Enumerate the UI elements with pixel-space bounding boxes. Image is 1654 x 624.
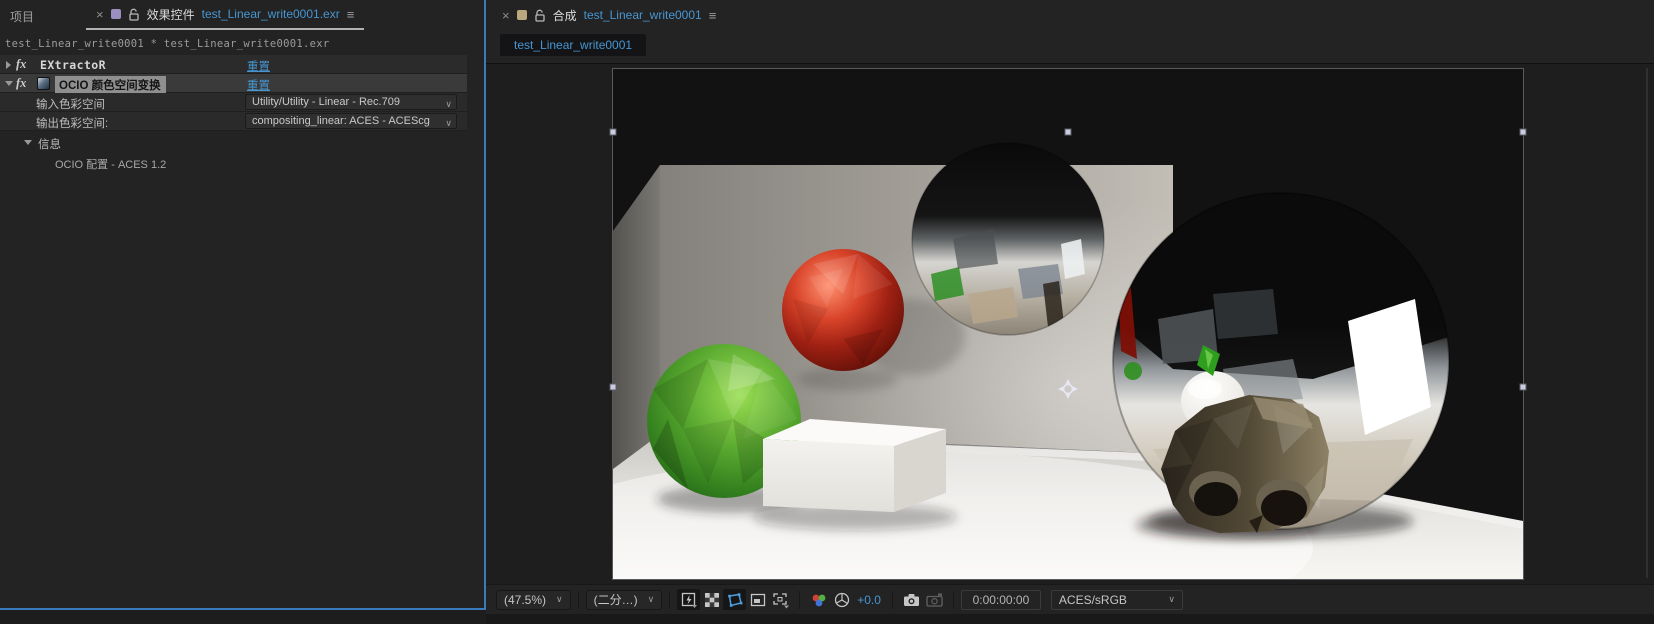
tab-effect-controls[interactable]: × 效果控件 test_Linear_write0001.exr ≡ (86, 0, 365, 30)
comp-rendered-image (612, 68, 1524, 580)
panel-menu-icon[interactable]: ≡ (709, 8, 717, 23)
effect-controls-panel: 项目 × 效果控件 test_Linear_write0001.exr ≡ te… (0, 0, 486, 610)
mask-visibility-button[interactable] (723, 589, 747, 610)
panel-file-name: test_Linear_write0001.exr (201, 7, 340, 21)
panel-bottom-strip (486, 614, 1654, 624)
tab-project[interactable]: 项目 (10, 8, 34, 25)
camera-icon (903, 593, 919, 606)
panel-color-chip (516, 10, 527, 20)
layer-handle[interactable] (1519, 128, 1527, 136)
transparency-grid-button[interactable] (700, 589, 723, 610)
viewer-scrollbar[interactable] (1646, 68, 1648, 578)
reset-exposure-button[interactable] (830, 589, 853, 610)
property-label: 输入色彩空间 (36, 99, 105, 111)
aperture-icon (834, 592, 849, 607)
panel-color-chip (110, 9, 121, 19)
close-icon[interactable]: × (96, 8, 104, 21)
source-line: test_Linear_write0001 * test_Linear_writ… (5, 38, 330, 50)
fast-preview-button[interactable] (677, 589, 701, 610)
rgb-channels-icon (812, 594, 826, 606)
effect-row-extractor[interactable]: fx EXtractoR 重置 (0, 55, 467, 74)
info-group-label: 信息 (38, 139, 61, 151)
panel-menu-icon[interactable]: ≡ (347, 7, 355, 22)
chevron-down-icon: ∨ (1168, 594, 1175, 604)
layer-handle[interactable] (1064, 128, 1072, 136)
close-icon[interactable]: × (502, 9, 510, 22)
magnification-dropdown[interactable]: (47.5%) ∨ (496, 589, 571, 610)
layer-handle[interactable] (609, 128, 617, 136)
view-colorspace-dropdown[interactable]: ACES/sRGB ∨ (1050, 589, 1183, 610)
property-row-output-colorspace: 输出色彩空间: compositing_linear: ACES - ACESc… (0, 112, 467, 131)
expand-arrow-icon[interactable] (24, 140, 32, 145)
show-snapshot-button[interactable] (923, 589, 946, 610)
panel-title: 合成 (552, 8, 577, 23)
channel-select-button[interactable] (807, 589, 830, 610)
resolution-dropdown[interactable]: (二分…) ∨ (585, 589, 663, 610)
chrome-sphere-top (911, 142, 1105, 336)
layer-handle[interactable] (1519, 383, 1527, 391)
reset-link[interactable]: 重置 (247, 58, 270, 74)
property-label: 输出色彩空间: (36, 118, 109, 130)
composition-panel: × 合成 test_Linear_write0001 ≡ test_Linear… (486, 0, 1654, 624)
app-root: 项目 × 效果控件 test_Linear_write0001.exr ≡ te… (0, 0, 1654, 624)
layer-handle[interactable] (609, 383, 617, 391)
output-colorspace-dropdown[interactable]: compositing_linear: ACES - ACEScg ∨ (245, 113, 457, 129)
ocio-effect-icon (37, 77, 50, 90)
viewer-toolbar: (47.5%) ∨ (二分…) ∨ +0.0 0:00:00:00 ACES/s… (486, 584, 1654, 614)
chevron-down-icon: ∨ (647, 594, 655, 604)
anchor-point-icon[interactable] (1057, 378, 1079, 400)
effect-name-selected[interactable]: OCIO 颜色空间变换 (55, 76, 166, 94)
fx-badge-icon: fx (16, 76, 27, 90)
render-scene (613, 69, 1523, 579)
info-group-row[interactable]: 信息 (0, 133, 467, 152)
exposure-value[interactable]: +0.0 (857, 593, 881, 607)
info-text-row: OCIO 配置 - ACES 1.2 (0, 152, 467, 171)
input-colorspace-dropdown[interactable]: Utility/Utility - Linear - Rec.709 ∨ (245, 94, 457, 110)
chevron-down-icon: ∨ (445, 118, 452, 128)
unlock-icon[interactable] (534, 9, 546, 22)
show-snapshot-icon (926, 593, 943, 607)
panel-title: 效果控件 (146, 7, 195, 22)
property-row-input-colorspace: 输入色彩空间 Utility/Utility - Linear - Rec.70… (0, 93, 467, 112)
reset-link[interactable]: 重置 (247, 77, 270, 93)
comp-viewer-area[interactable]: 知乎 @路比rubi (486, 63, 1654, 584)
comp-breadcrumb-tab[interactable]: test_Linear_write0001 (500, 34, 647, 56)
left-tab-bar: 项目 × 效果控件 test_Linear_write0001.exr ≡ (0, 0, 484, 30)
effect-row-ocio[interactable]: fx OCIO 颜色空间变换 重置 (0, 74, 467, 94)
mask-path-icon (728, 592, 743, 607)
fx-badge-icon: fx (16, 57, 27, 71)
take-snapshot-button[interactable] (900, 589, 923, 610)
crop-region-icon (773, 592, 790, 608)
chevron-down-icon: ∨ (445, 99, 452, 109)
chevron-down-icon: ∨ (556, 594, 563, 604)
roi-icon (750, 593, 765, 606)
right-tab-bar: × 合成 test_Linear_write0001 ≡ (486, 0, 1654, 30)
region-of-interest-button[interactable] (746, 589, 769, 610)
expand-arrow-icon[interactable] (5, 81, 13, 86)
effect-rows: fx EXtractoR 重置 fx OCIO 颜色空间变换 重置 输入色彩空间… (0, 55, 467, 171)
checkerboard-icon (704, 592, 719, 607)
white-box (763, 419, 946, 512)
ocio-config-text: OCIO 配置 - ACES 1.2 (55, 159, 167, 171)
panel-file-name: test_Linear_write0001 (583, 8, 702, 22)
grid-guides-button[interactable] (769, 589, 792, 610)
timecode-display[interactable]: 0:00:00:00 (960, 589, 1041, 610)
effect-name[interactable]: EXtractoR (40, 58, 106, 72)
unlock-icon[interactable] (128, 8, 140, 21)
collapse-arrow-icon[interactable] (6, 61, 11, 69)
red-sphere (782, 249, 904, 371)
tab-composition[interactable]: × 合成 test_Linear_write0001 ≡ (494, 0, 724, 30)
lightning-box-icon (681, 592, 697, 608)
